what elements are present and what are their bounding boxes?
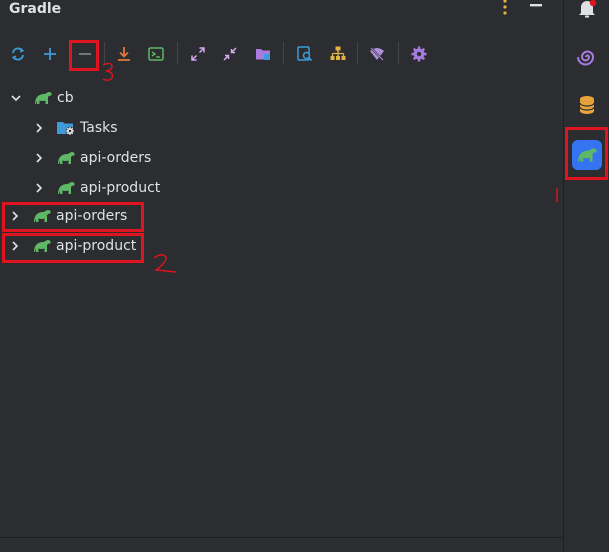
annotation-mark-1 — [556, 188, 558, 202]
gradle-settings-button[interactable] — [406, 40, 432, 68]
hide-panel-icon[interactable] — [526, 0, 546, 18]
expand-icon — [191, 47, 205, 61]
tree-node-api-product-child[interactable]: api-product — [0, 173, 563, 203]
execute-task-button[interactable] — [143, 40, 169, 68]
database-button[interactable] — [572, 90, 602, 120]
search-icon — [297, 46, 313, 62]
annotation-box-api-orders — [2, 202, 144, 232]
gradle-icon — [58, 182, 75, 194]
terminal-icon — [148, 47, 164, 61]
toolbar-separator — [283, 42, 284, 64]
annotation-box-gradle-stripe — [565, 127, 608, 180]
tree-node-tasks[interactable]: Tasks — [0, 113, 563, 143]
settings-icon — [411, 46, 427, 62]
tree-node-label: Tasks — [80, 120, 118, 136]
annotation-mark-2 — [153, 254, 177, 273]
chevron-right-icon[interactable] — [32, 151, 46, 165]
analyze-dependencies-button[interactable] — [292, 40, 318, 68]
right-tool-stripe — [563, 0, 609, 552]
show-dependencies-button[interactable] — [325, 40, 351, 68]
toolbar-separator — [398, 42, 399, 64]
tree-node-label: cb — [57, 90, 74, 106]
annotation-box-api-product — [2, 233, 144, 263]
folder-icon — [256, 49, 270, 60]
database-icon — [579, 96, 595, 114]
folder-gear-icon — [57, 122, 75, 136]
panel-title: Gradle — [9, 1, 62, 17]
annotation-mark-3 — [102, 62, 114, 81]
toolbar-separator — [357, 42, 358, 64]
add-project-button[interactable] — [37, 40, 63, 68]
more-options-icon[interactable] — [498, 0, 512, 18]
notifications-button[interactable] — [572, 0, 602, 24]
offline-icon — [370, 47, 384, 61]
chevron-right-icon[interactable] — [32, 181, 46, 195]
toolbar-separator — [177, 42, 178, 64]
gradle-icon — [58, 152, 75, 164]
notifications-icon — [579, 0, 597, 18]
reload-button[interactable] — [5, 40, 31, 68]
collapse-icon — [223, 47, 237, 61]
hierarchy-icon — [330, 46, 346, 60]
tree-node-cb[interactable]: cb — [0, 83, 563, 113]
ide-window: Gradle cb Tasks api-orders api-product a… — [0, 0, 609, 552]
ai-assistant-button[interactable] — [572, 42, 602, 72]
panel-bottom-divider — [0, 537, 563, 538]
group-modules-button[interactable] — [250, 40, 276, 68]
annotation-box-minus — [69, 40, 99, 71]
toggle-offline-mode-button[interactable] — [364, 40, 390, 68]
tree-node-label: api-orders — [80, 150, 152, 166]
refresh-icon — [11, 47, 25, 61]
plus-icon — [44, 48, 56, 60]
spiral-icon — [577, 50, 595, 66]
collapse-all-button[interactable] — [217, 40, 243, 68]
chevron-down-icon[interactable] — [9, 91, 23, 105]
tree-node-api-orders-child[interactable]: api-orders — [0, 143, 563, 173]
expand-all-button[interactable] — [185, 40, 211, 68]
chevron-right-icon[interactable] — [32, 121, 46, 135]
panel-header: Gradle — [0, 0, 563, 32]
gradle-tool-window: Gradle cb Tasks api-orders api-product a… — [0, 0, 563, 552]
tree-node-label: api-product — [80, 180, 161, 196]
gradle-icon — [35, 92, 52, 104]
